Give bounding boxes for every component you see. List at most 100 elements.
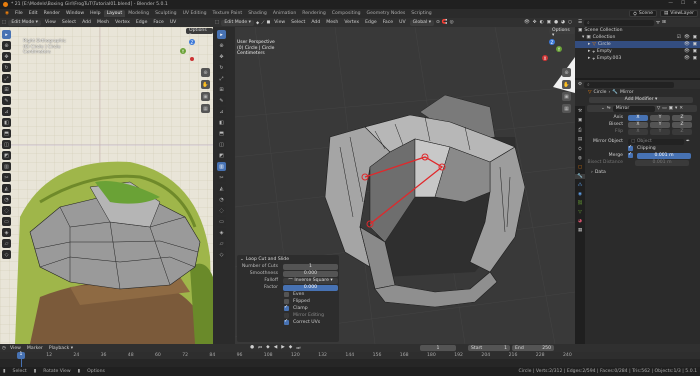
menu-view[interactable]: View (272, 20, 287, 25)
merge-distance-field[interactable]: 0.001 m (637, 152, 691, 159)
gizmo-x-axis[interactable] (190, 57, 194, 61)
bevel-tool-icon[interactable]: ◩ (217, 151, 226, 160)
data-subpanel-header[interactable]: › Data (575, 169, 700, 176)
render-tab-icon[interactable]: ▣ (578, 118, 582, 123)
move-tool-icon[interactable]: ✥ (217, 52, 226, 61)
menu-edit[interactable]: Edit (26, 11, 41, 16)
rendered-shading-icon[interactable]: ○ (568, 20, 572, 25)
clamp-row[interactable]: Clamp (237, 304, 339, 312)
overlay-toggle-icon[interactable]: ◐ (540, 20, 544, 25)
tab-texture-paint[interactable]: Texture Paint (210, 10, 246, 17)
camera-icon[interactable]: ▣ (693, 42, 697, 47)
menu-view[interactable]: View (43, 20, 58, 25)
visibility-icon[interactable]: 👁 (524, 20, 530, 25)
menu-help[interactable]: Help (87, 11, 103, 16)
timeline-ruler[interactable]: 1 12 24 36 48 60 72 84 96 108 120 132 144 156 168 180 19… (0, 352, 700, 359)
correct-uvs-checkbox[interactable] (284, 318, 289, 325)
move-tool-icon[interactable]: ✥ (2, 52, 11, 61)
blender-menu-icon[interactable]: ◉ (2, 11, 12, 16)
inset-tool-icon[interactable]: ◫ (2, 140, 11, 149)
modifier-menu-icon[interactable]: ▾ (675, 106, 677, 111)
edge-slide-tool-icon[interactable]: ▭ (2, 217, 11, 226)
transform-tool-icon[interactable]: ⊞ (2, 85, 11, 94)
menu-edge[interactable]: Edge (363, 20, 379, 25)
shear-tool-icon[interactable]: ▱ (2, 239, 11, 248)
bisect-y-toggle[interactable]: Y (650, 121, 670, 128)
factor-field[interactable]: 0.000 (283, 284, 338, 291)
solid-shading-icon[interactable]: ● (554, 20, 558, 25)
timeline-menu-view[interactable]: View (8, 346, 23, 351)
tab-modeling[interactable]: Modeling (125, 10, 152, 17)
menu-render[interactable]: Render (41, 11, 63, 16)
end-frame-field[interactable]: End 250 (512, 345, 554, 351)
menu-edge[interactable]: Edge (134, 20, 150, 25)
expand-icon[interactable]: ▾ (582, 35, 584, 40)
physics-tab-icon[interactable]: ◉ (578, 192, 582, 197)
bisect-z-toggle[interactable]: Z (672, 121, 692, 128)
outliner-search-input[interactable]: ⌕ (584, 19, 655, 26)
eye-icon[interactable]: 👁 (684, 49, 690, 54)
playhead[interactable]: 1 (17, 352, 25, 359)
close-icon[interactable]: ✕ (693, 1, 697, 6)
flip-x-toggle[interactable]: X (628, 128, 648, 135)
even-row[interactable]: Even (237, 291, 339, 298)
gizmo-z-axis[interactable]: Z (549, 39, 555, 45)
camera-icon[interactable]: ▣ (693, 56, 697, 61)
tool-tab-icon[interactable]: ⚒ (578, 109, 582, 114)
expand-icon[interactable]: ▸ (588, 56, 590, 61)
object-tab-icon[interactable]: ▢ (578, 165, 582, 170)
shear-tool-icon[interactable]: ▱ (217, 239, 226, 248)
spin-tool-icon[interactable]: ◔ (217, 195, 226, 204)
expand-icon[interactable]: ▸ (588, 42, 590, 47)
menu-face[interactable]: Face (381, 20, 395, 25)
menu-window[interactable]: Window (63, 11, 87, 16)
zoom-icon[interactable]: ⊕ (562, 68, 571, 77)
right-options-dropdown[interactable]: Options ▾ (549, 28, 575, 38)
annotate-tool-icon[interactable]: ✎ (2, 96, 11, 105)
poly-build-tool-icon[interactable]: ◭ (217, 184, 226, 193)
left-viewport[interactable]: ▸ ⊕ ✥ ↻ ⤢ ⊞ ✎ ⊿ ◧ ⬒ ◫ ◩ ▥ ✂ ◭ ◔ ◌ ▭ ◈ ▱ … (0, 27, 213, 344)
menu-add[interactable]: Add (309, 20, 322, 25)
axis-z-toggle[interactable]: Z (672, 114, 692, 121)
ortho-toggle-icon[interactable]: ▦ (562, 104, 571, 113)
delete-modifier-icon[interactable]: ✕ (679, 106, 683, 111)
menu-uv[interactable]: UV (397, 20, 408, 25)
axis-x-toggle[interactable]: X (628, 114, 648, 121)
scene-tab-icon[interactable]: ⛭ (578, 146, 582, 152)
smooth-tool-icon[interactable]: ◌ (217, 206, 226, 215)
select-box-tool-icon[interactable]: ▸ (217, 30, 226, 39)
add-modifier-button[interactable]: Add Modifier ▾ (589, 96, 693, 103)
tab-compositing[interactable]: Compositing (329, 10, 364, 17)
timeline-menu-playback[interactable]: Playback ▾ (47, 346, 75, 351)
vertex-select-icon[interactable]: ⬥ (256, 20, 259, 26)
number-of-cuts-field[interactable]: 1 (283, 263, 338, 270)
eye-icon[interactable]: 👁 (684, 35, 690, 40)
play-icon[interactable]: ▶ (281, 345, 285, 351)
smoothness-field[interactable]: 0.000 (283, 270, 338, 277)
gizmo-x-axis[interactable]: X (542, 55, 548, 61)
tab-animation[interactable]: Animation (270, 10, 299, 17)
world-tab-icon[interactable]: ◍ (578, 156, 582, 161)
tab-sculpting[interactable]: Sculpting (152, 10, 179, 17)
editor-type-icon[interactable]: ⬚ (215, 20, 219, 25)
data-tab-icon[interactable]: ▽ (578, 210, 582, 215)
editor-type-icon[interactable]: ⬚ (2, 20, 6, 25)
loop-cut-tool-icon[interactable]: ▥ (2, 162, 11, 171)
tab-layout[interactable]: Layout (103, 10, 126, 17)
render-toggle-icon[interactable]: ▣ (669, 106, 673, 111)
eye-icon[interactable]: 👁 (684, 42, 690, 47)
add-cube-tool-icon[interactable]: ◧ (2, 118, 11, 127)
zoom-icon[interactable]: ⊕ (201, 68, 210, 77)
play-reverse-icon[interactable]: ◀ (274, 345, 278, 351)
collapse-icon[interactable]: ⌄ (601, 106, 605, 111)
maximize-icon[interactable]: ☐ (681, 1, 685, 6)
next-keyframe-icon[interactable]: ◆ (289, 345, 293, 351)
collapse-icon[interactable]: ⌄ (240, 257, 244, 262)
current-frame-field[interactable]: 1 (420, 345, 456, 351)
cursor-tool-icon[interactable]: ⊕ (2, 41, 11, 50)
inset-tool-icon[interactable]: ◫ (217, 140, 226, 149)
scale-tool-icon[interactable]: ⤢ (217, 74, 226, 83)
smooth-tool-icon[interactable]: ◌ (2, 206, 11, 215)
tab-geometry-nodes[interactable]: Geometry Nodes (364, 10, 409, 17)
outliner-item-collection[interactable]: ▾ ▣ Collection ☑ 👁 ▣ (575, 34, 700, 41)
